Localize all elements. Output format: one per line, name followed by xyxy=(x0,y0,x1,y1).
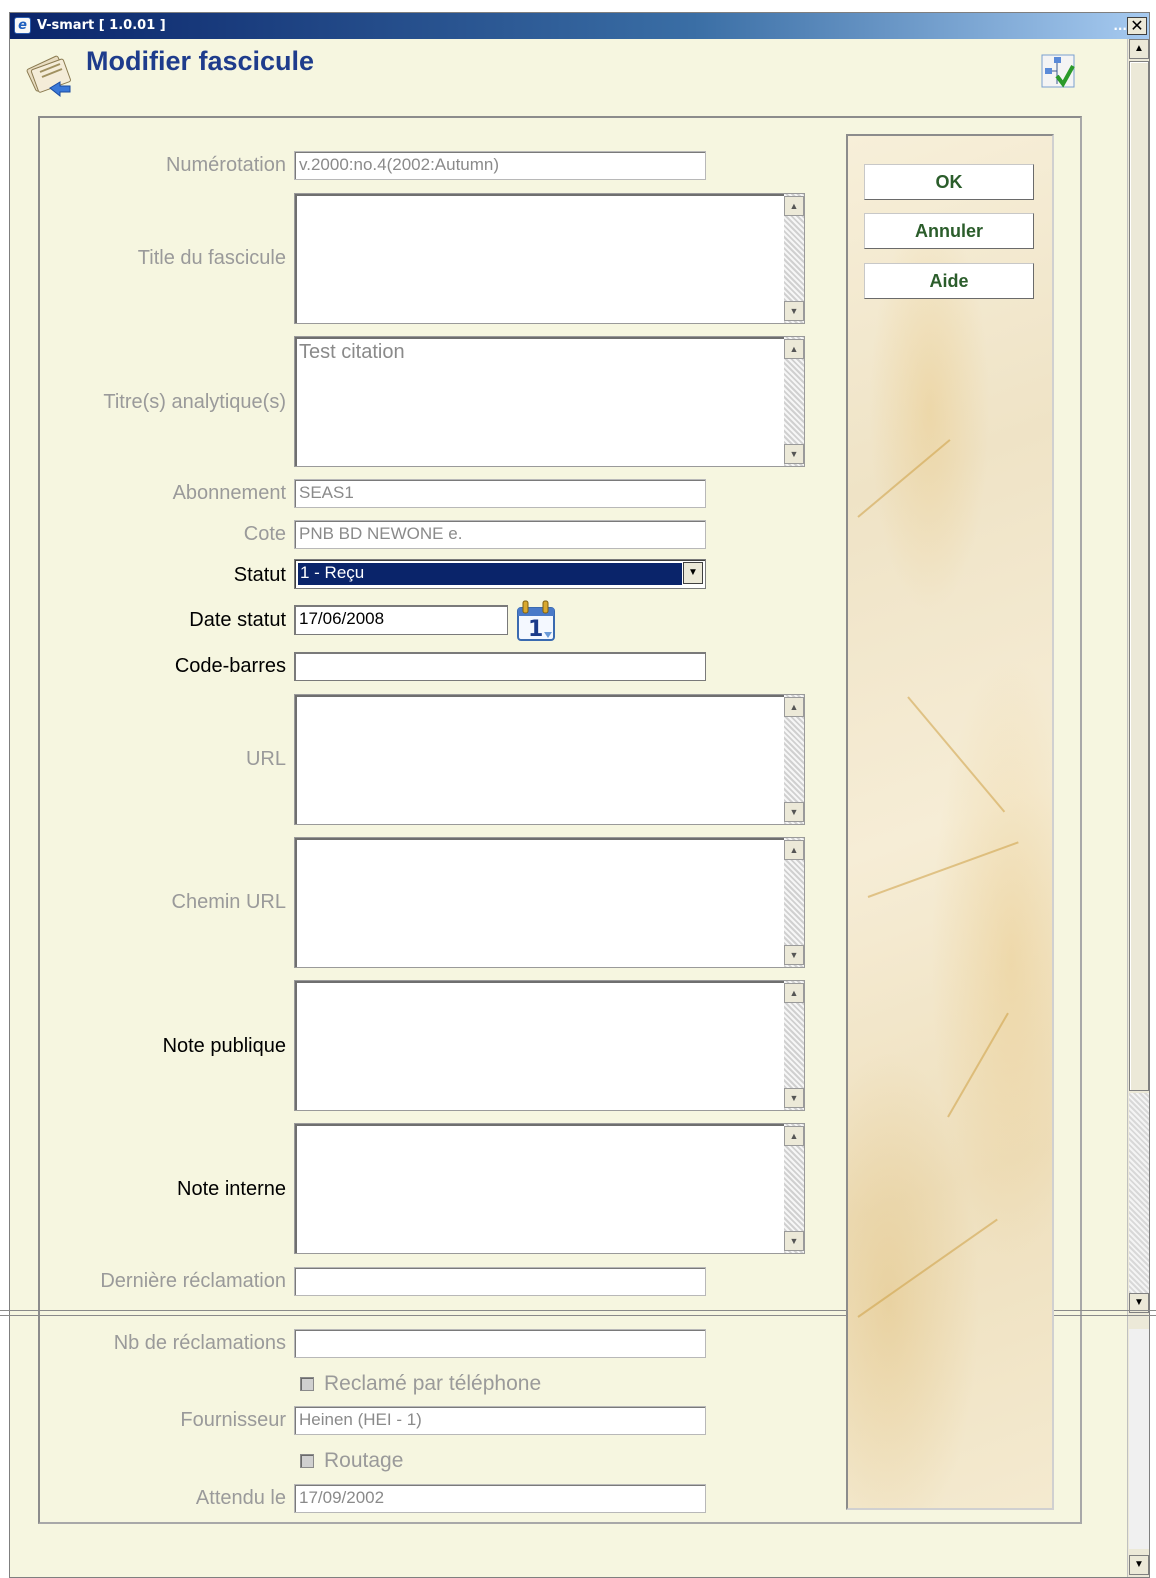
marble-vein xyxy=(907,696,1006,813)
scroll-up-icon[interactable]: ▲ xyxy=(1129,39,1149,59)
note-publique-textarea[interactable]: ▲ ▼ xyxy=(294,980,805,1111)
scroll-down-icon[interactable]: ▼ xyxy=(784,945,804,965)
url-label: URL xyxy=(245,748,286,770)
code-barres-field[interactable] xyxy=(294,652,706,681)
marble-vein xyxy=(947,1012,1009,1118)
derniere-reclamation-label: Dernière réclamation xyxy=(100,1270,286,1292)
attendu-le-field[interactable]: 17/09/2002 xyxy=(294,1484,706,1513)
button-panel: OK Annuler Aide xyxy=(846,134,1054,1510)
titres-analytiques-label: Titre(s) analytique(s) xyxy=(103,391,286,413)
scroll-down-icon[interactable]: ▼ xyxy=(784,301,804,321)
derniere-reclamation-field[interactable] xyxy=(294,1267,706,1296)
scroll-up-icon[interactable]: ▲ xyxy=(784,1126,804,1146)
marble-vein xyxy=(857,1218,998,1318)
reclame-telephone-checkbox[interactable]: Reclamé par téléphone xyxy=(300,1372,541,1396)
checkbox-icon[interactable] xyxy=(300,1454,314,1468)
textarea-scrollbar[interactable]: ▲ ▼ xyxy=(784,838,804,967)
textarea-scrollbar[interactable]: ▲ ▼ xyxy=(784,194,804,323)
aide-button[interactable]: Aide xyxy=(864,263,1034,299)
title-dots: ... xyxy=(1113,19,1127,33)
abonnement-field[interactable]: SEAS1 xyxy=(294,479,706,508)
marble-vein xyxy=(857,439,951,518)
close-button[interactable]: ✕ xyxy=(1127,17,1147,35)
scrollbar-track[interactable] xyxy=(1129,1093,1149,1293)
nb-reclamations-label: Nb de réclamations xyxy=(113,1332,286,1354)
title-bar: e V-smart [ 1.0.01 ] ... ✕ xyxy=(10,13,1149,39)
textarea-scrollbar[interactable]: ▲ ▼ xyxy=(784,337,804,466)
code-barres-label: Code-barres xyxy=(174,655,286,677)
tree-check-icon[interactable] xyxy=(1041,54,1075,88)
calendar-icon[interactable]: 1 xyxy=(516,600,556,642)
url-textarea[interactable]: ▲ ▼ xyxy=(294,694,805,825)
cote-label: Cote xyxy=(243,523,286,545)
routage-label: Routage xyxy=(324,1449,404,1472)
scroll-down-icon[interactable]: ▼ xyxy=(784,444,804,464)
window-title: V-smart [ 1.0.01 ] xyxy=(37,18,166,33)
attendu-le-label: Attendu le xyxy=(195,1487,286,1509)
scroll-down-icon-lower[interactable]: ▼ xyxy=(1129,1555,1149,1575)
annuler-button[interactable]: Annuler xyxy=(864,213,1034,249)
chevron-down-icon[interactable]: ▼ xyxy=(683,562,703,584)
statut-value: 1 - Reçu xyxy=(298,563,682,585)
title-fascicule-textarea[interactable]: ▲ ▼ xyxy=(294,193,805,324)
textarea-scrollbar[interactable]: ▲ ▼ xyxy=(784,695,804,824)
scroll-up-icon[interactable]: ▲ xyxy=(784,339,804,359)
titres-analytiques-value: Test citation xyxy=(299,341,405,363)
note-publique-label: Note publique xyxy=(162,1035,286,1057)
scroll-up-icon[interactable]: ▲ xyxy=(784,983,804,1003)
cote-field[interactable]: PNB BD NEWONE e. xyxy=(294,520,706,549)
statut-select[interactable]: 1 - Reçu ▼ xyxy=(294,559,706,589)
scroll-up-icon[interactable]: ▲ xyxy=(784,697,804,717)
numerotation-field[interactable]: v.2000:no.4(2002:Autumn) xyxy=(294,151,706,180)
titres-analytiques-textarea[interactable]: Test citation ▲ ▼ xyxy=(294,336,805,467)
numerotation-label: Numérotation xyxy=(165,154,286,176)
window-scrollbar[interactable]: ▲ ▼ ▼ xyxy=(1127,39,1149,1577)
note-interne-textarea[interactable]: ▲ ▼ xyxy=(294,1123,805,1254)
date-statut-label: Date statut xyxy=(189,609,286,631)
scroll-up-icon[interactable]: ▲ xyxy=(784,196,804,216)
textarea-scrollbar[interactable]: ▲ ▼ xyxy=(784,1124,804,1253)
nb-reclamations-field[interactable] xyxy=(294,1329,706,1358)
scroll-up-icon[interactable]: ▲ xyxy=(784,840,804,860)
checkbox-icon[interactable] xyxy=(300,1377,314,1391)
textarea-scrollbar[interactable]: ▲ ▼ xyxy=(784,981,804,1110)
svg-text:1: 1 xyxy=(528,617,543,642)
page-title: Modifier fascicule xyxy=(86,46,315,76)
reclame-telephone-label: Reclamé par téléphone xyxy=(324,1372,542,1395)
scroll-down-icon[interactable]: ▼ xyxy=(784,802,804,822)
ok-button[interactable]: OK xyxy=(864,164,1034,200)
abonnement-label: Abonnement xyxy=(172,482,286,504)
statut-label: Statut xyxy=(233,564,286,586)
scroll-down-icon[interactable]: ▼ xyxy=(784,1231,804,1251)
scrollbar-track-lower[interactable] xyxy=(1129,1329,1149,1549)
newspaper-icon xyxy=(26,55,71,98)
note-interne-label: Note interne xyxy=(177,1178,286,1200)
title-fascicule-label: Title du fascicule xyxy=(137,247,286,269)
fournisseur-label: Fournisseur xyxy=(180,1409,286,1431)
date-statut-field[interactable]: 17/06/2008 xyxy=(294,605,508,635)
marble-vein xyxy=(867,841,1019,898)
chemin-url-label: Chemin URL xyxy=(171,891,286,913)
ie-icon: e xyxy=(14,17,31,34)
scrollbar-thumb[interactable] xyxy=(1129,61,1149,1091)
scroll-down-icon[interactable]: ▼ xyxy=(784,1088,804,1108)
chemin-url-textarea[interactable]: ▲ ▼ xyxy=(294,837,805,968)
routage-checkbox[interactable]: Routage xyxy=(300,1449,403,1473)
fournisseur-field[interactable]: Heinen (HEI - 1) xyxy=(294,1406,706,1435)
